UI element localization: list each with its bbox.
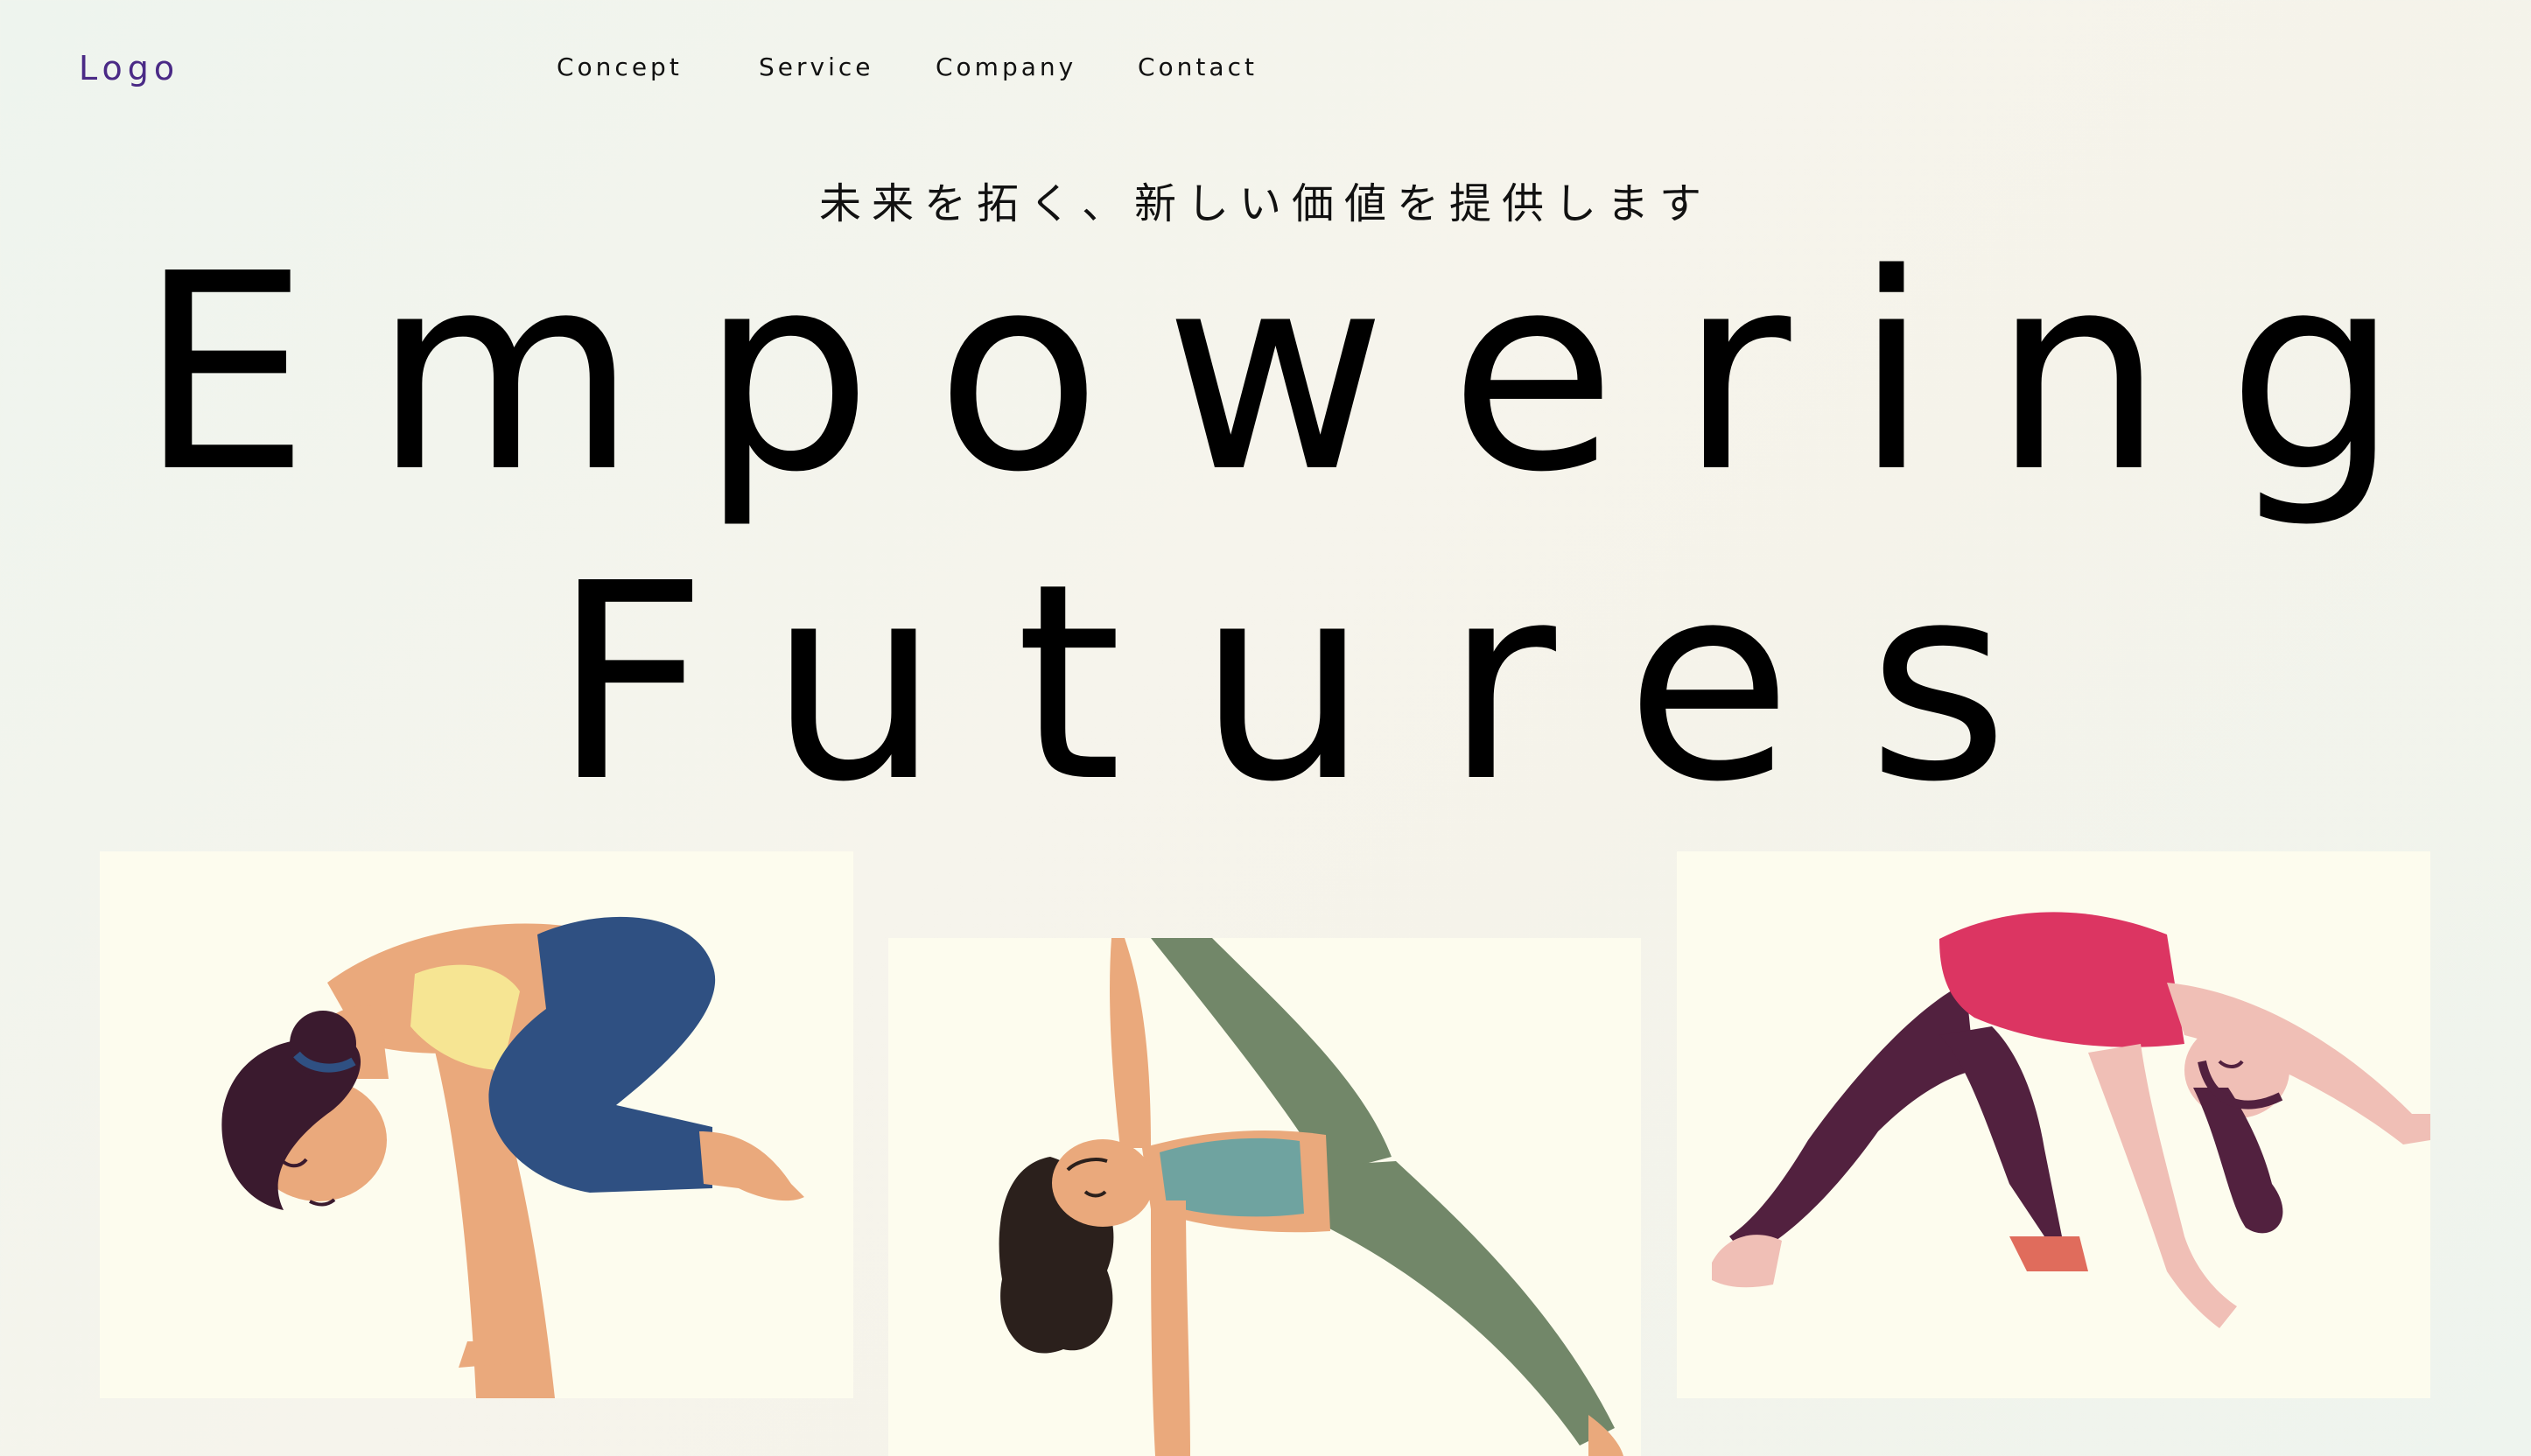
nav-item-service[interactable]: Service [759, 52, 873, 81]
hero-headline-line1: Empowering [138, 216, 2463, 532]
gallery-card-2 [888, 938, 1641, 1456]
yoga-crow-pose-illustration [221, 916, 804, 1398]
yoga-side-plank-illustration [999, 938, 1623, 1456]
logo[interactable]: Logo [79, 49, 179, 88]
nav-item-contact[interactable]: Contact [1138, 52, 1258, 81]
nav-item-concept[interactable]: Concept [557, 52, 683, 81]
hero-headline-line2: Futures [551, 526, 2085, 842]
gallery-card-1 [100, 851, 853, 1398]
yoga-wild-thing-pose-illustration [1712, 912, 2430, 1328]
nav-item-company[interactable]: Company [936, 52, 1076, 81]
gallery-card-3 [1677, 851, 2430, 1398]
